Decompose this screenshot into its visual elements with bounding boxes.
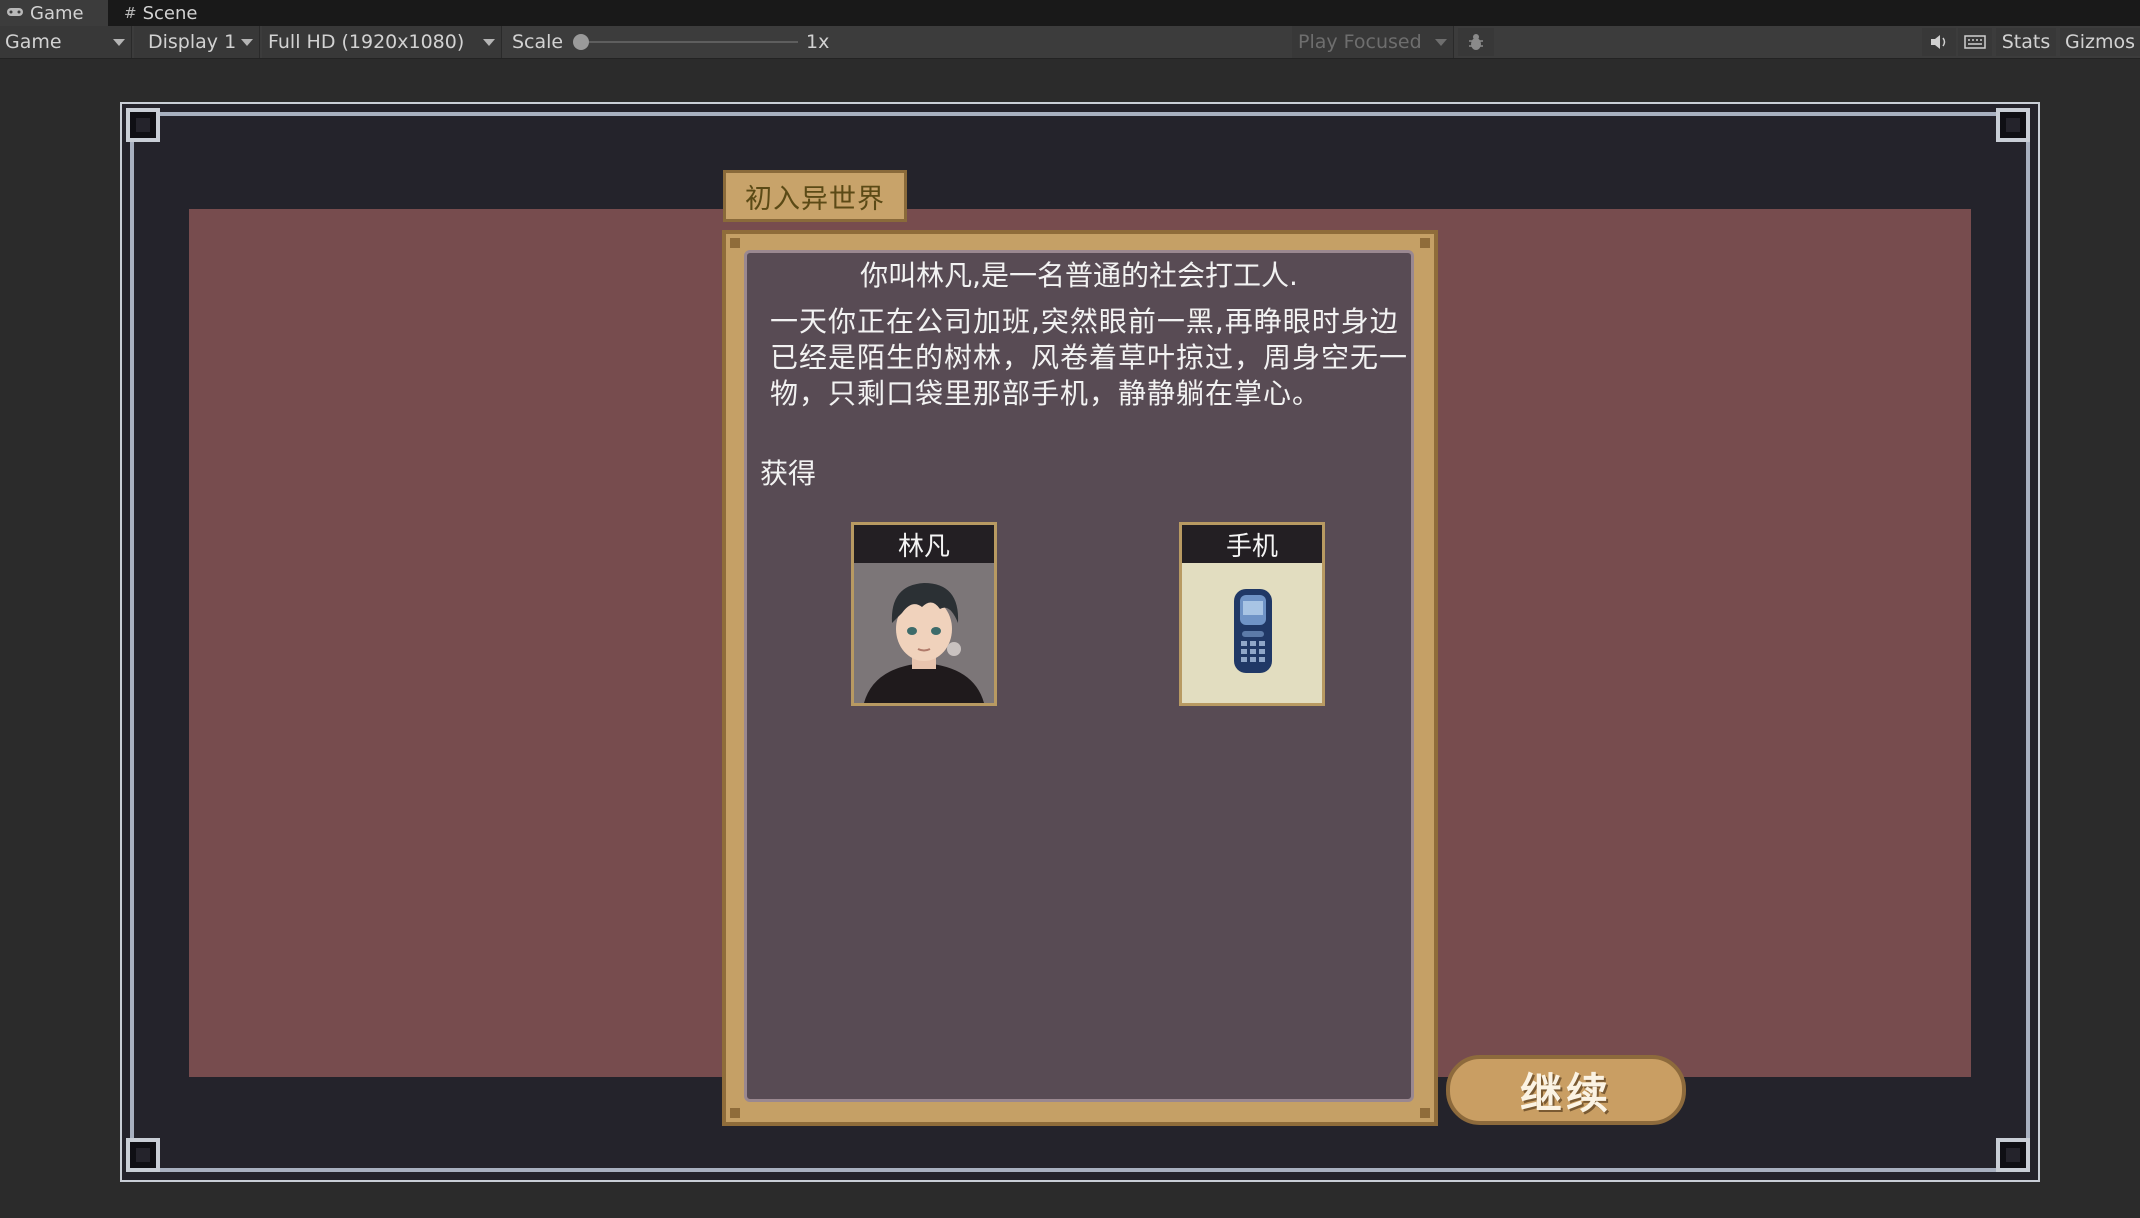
- frame-corner-bottom-left: [126, 1138, 160, 1172]
- resolution-select-value: Full HD (1920x1080): [268, 31, 465, 53]
- scale-value: 1x: [806, 31, 830, 53]
- view-select[interactable]: Game: [0, 26, 132, 58]
- rivet: [1420, 238, 1430, 248]
- chevron-down-icon: [113, 39, 125, 46]
- tab-game-label: Game: [30, 2, 84, 24]
- chevron-down-icon: [241, 39, 253, 46]
- mute-audio-icon[interactable]: [1922, 28, 1956, 56]
- bug-icon[interactable]: [1458, 28, 1494, 56]
- tab-scene[interactable]: # Scene: [118, 0, 218, 26]
- scale-slider-handle[interactable]: [573, 34, 589, 50]
- display-select[interactable]: Display 1: [134, 26, 260, 58]
- character-portrait-icon: [854, 563, 994, 703]
- tab-scene-label: Scene: [142, 2, 198, 24]
- game-view-toolbar: Game Display 1 Full HD (1920x1080) Scale…: [0, 26, 2140, 59]
- chapter-title: 初入异世界: [745, 183, 885, 215]
- display-select-value: Display 1: [148, 31, 237, 53]
- tab-game[interactable]: Game: [0, 0, 108, 26]
- view-select-value: Game: [5, 31, 62, 53]
- chapter-title-tab: 初入异世界: [723, 170, 907, 222]
- continue-button[interactable]: 继续: [1446, 1055, 1686, 1125]
- keyboard-icon[interactable]: [1958, 28, 1992, 56]
- chevron-down-icon: [1435, 39, 1447, 46]
- rivet: [730, 1108, 740, 1118]
- frame-corner-bottom-right: [1996, 1138, 2030, 1172]
- mobile-phone-icon: [1182, 563, 1322, 703]
- gizmos-button[interactable]: Gizmos: [2060, 28, 2140, 56]
- chevron-down-icon: [483, 39, 495, 46]
- play-focus-select[interactable]: Play Focused: [1292, 26, 1454, 58]
- scale-label: Scale: [512, 31, 564, 53]
- resolution-select[interactable]: Full HD (1920x1080): [262, 26, 502, 58]
- gamepad-icon: [6, 4, 24, 22]
- intro-line: 你叫林凡,是一名普通的社会打工人.: [860, 259, 1298, 292]
- grid-icon: #: [124, 4, 137, 22]
- editor-tab-bar: Game # Scene: [0, 0, 2140, 26]
- story-text: 一天你正在公司加班,突然眼前一黑,再睁眼时身边已经是陌生的树林，风卷着草叶掠过，…: [770, 305, 1409, 410]
- frame-corner-top-right: [1996, 108, 2030, 142]
- play-focus-select-value: Play Focused: [1298, 31, 1422, 53]
- scale-slider-track[interactable]: [582, 41, 798, 43]
- rivet: [730, 238, 740, 248]
- continue-button-label: 继续: [1519, 1068, 1612, 1118]
- frame-corner-top-left: [126, 108, 160, 142]
- obtain-label: 获得: [760, 457, 817, 490]
- reward-card-phone[interactable]: 手机: [1179, 522, 1325, 706]
- reward-card-title: 手机: [1182, 525, 1322, 563]
- reward-card-character[interactable]: 林凡: [851, 522, 997, 706]
- rivet: [1420, 1108, 1430, 1118]
- reward-card-title: 林凡: [854, 525, 994, 563]
- stats-button[interactable]: Stats: [1996, 28, 2056, 56]
